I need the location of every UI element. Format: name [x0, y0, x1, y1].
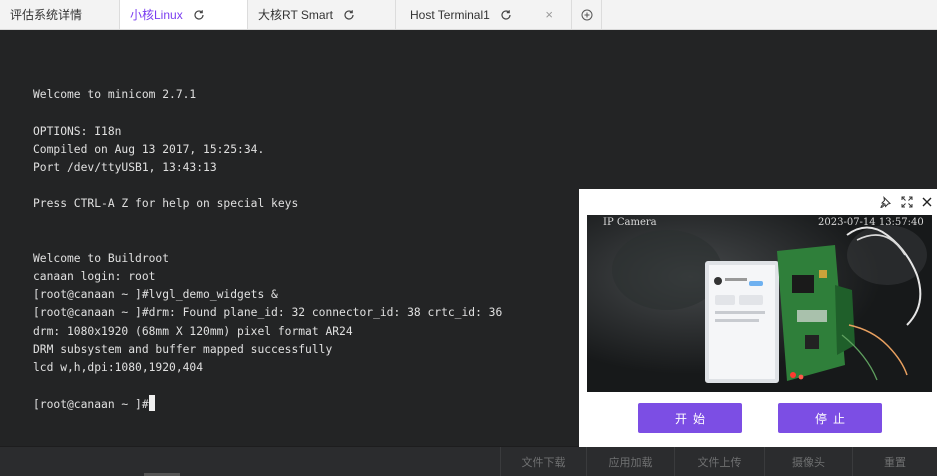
terminal-prompt-line[interactable]: [root@canaan ~ ]#	[33, 395, 502, 413]
expand-icon	[901, 196, 913, 208]
terminal-cursor	[148, 395, 155, 412]
bottom-toolbar: 文件下载 应用加载 文件上传 摄像头 重置	[0, 446, 937, 476]
terminal-line: lcd w,h,dpi:1080,1920,404	[33, 361, 204, 374]
pin-button[interactable]	[879, 195, 893, 209]
camera-frame-image	[587, 215, 932, 392]
terminal-output: Welcome to minicom 2.7.1 OPTIONS: I18n C…	[33, 68, 502, 414]
terminal-prompt: [root@canaan ~ ]#	[33, 398, 149, 412]
tab-eval-system-details[interactable]: 评估系统详情	[0, 0, 120, 29]
tab-label: 大核RT Smart	[258, 8, 333, 22]
close-icon[interactable]: ×	[545, 7, 553, 22]
stop-button[interactable]: 停止	[778, 403, 882, 433]
camera-button[interactable]: 摄像头	[764, 447, 852, 476]
pin-icon	[880, 196, 891, 208]
terminal-line: Port /dev/ttyUSB1, 13:43:13	[33, 160, 217, 174]
file-download-button[interactable]: 文件下载	[500, 447, 586, 476]
tab-big-core-rt-smart[interactable]: 大核RT Smart	[248, 0, 396, 29]
tab-little-core-linux[interactable]: 小核Linux	[120, 0, 248, 29]
tab-host-terminal1[interactable]: Host Terminal1 ×	[396, 0, 572, 29]
fullscreen-button[interactable]	[900, 195, 914, 209]
tab-label: Host Terminal1	[410, 7, 490, 22]
plus-circle-icon	[581, 9, 592, 20]
start-button[interactable]: 开始	[638, 403, 742, 433]
close-panel-button[interactable]	[920, 195, 934, 209]
tab-label: 小核Linux	[130, 8, 183, 22]
reset-button[interactable]: 重置	[852, 447, 937, 476]
terminal-line: drm: 1080x1920 (68mm X 120mm) pixel form…	[33, 324, 353, 338]
terminal-line: canaan login: root	[33, 270, 156, 284]
camera-video-feed: IP Camera 2023-07-14 13:57:40	[587, 215, 932, 392]
close-icon	[922, 197, 932, 207]
tab-label: 评估系统详情	[10, 8, 83, 22]
camera-overlay-timestamp: 2023-07-14 13:57:40	[818, 217, 924, 228]
camera-panel: IP Camera 2023-07-14 13:57:40 开始 停止	[579, 189, 937, 447]
app-load-button[interactable]: 应用加载	[586, 447, 674, 476]
terminal-line: DRM subsystem and buffer mapped successf…	[33, 342, 333, 356]
camera-overlay-label: IP Camera	[603, 217, 657, 228]
refresh-icon[interactable]	[500, 9, 512, 21]
terminal-line: Welcome to minicom 2.7.1	[33, 88, 197, 102]
tab-bar: 评估系统详情 小核Linux 大核RT Smart Host Terminal1…	[0, 0, 937, 30]
terminal-line: [root@canaan ~ ]#drm: Found plane_id: 32…	[33, 306, 503, 320]
refresh-icon[interactable]	[343, 9, 355, 21]
terminal-line: Press CTRL-A Z for help on special keys	[33, 197, 299, 211]
refresh-icon[interactable]	[193, 9, 205, 21]
add-tab-button[interactable]	[572, 0, 602, 29]
terminal-line: [root@canaan ~ ]#lvgl_demo_widgets &	[33, 288, 278, 302]
file-upload-button[interactable]: 文件上传	[674, 447, 764, 476]
terminal-line: Compiled on Aug 13 2017, 15:25:34.	[33, 142, 265, 156]
terminal-line: OPTIONS: I18n	[33, 124, 122, 138]
terminal-line: Welcome to Buildroot	[33, 251, 170, 265]
